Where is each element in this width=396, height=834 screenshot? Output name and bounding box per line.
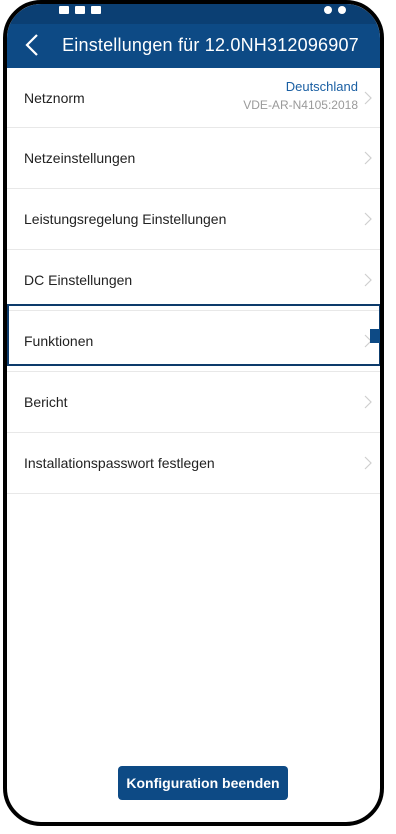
settings-item-label: Netzeinstellungen [24,150,136,166]
chevron-right-icon [364,151,372,165]
netznorm-value: Deutschland VDE-AR-N4105:2018 [243,78,358,114]
chevron-right-icon [364,212,372,226]
finish-configuration-button[interactable]: Konfiguration beenden [118,766,288,800]
settings-list: Netznorm Deutschland VDE-AR-N4105:2018 N… [7,68,380,494]
status-bar [7,4,380,24]
settings-item-funktionen[interactable]: Funktionen [7,311,380,372]
phone-frame: Einstellungen für 12.0NH312096907 Netzno… [3,0,384,826]
notification-icon [91,6,101,14]
selection-marker [370,329,380,343]
netznorm-standard: VDE-AR-N4105:2018 [243,98,358,112]
settings-item-label: Netznorm [24,89,85,106]
chevron-left-icon [25,34,38,56]
settings-item-netznorm[interactable]: Netznorm Deutschland VDE-AR-N4105:2018 [7,68,380,128]
settings-item-netzeinstellungen[interactable]: Netzeinstellungen [7,128,380,189]
app-header: Einstellungen für 12.0NH312096907 [7,24,380,68]
settings-item-label: Leistungsregelung Einstellungen [24,211,227,227]
settings-item-installationspasswort[interactable]: Installationspasswort festlegen [7,433,380,494]
settings-item-label: Bericht [24,394,68,410]
page-title: Einstellungen für 12.0NH312096907 [62,35,359,55]
status-left-icons [59,6,101,14]
wifi-icon [338,6,346,14]
settings-item-label: Installationspasswort festlegen [24,455,215,471]
back-button[interactable] [21,32,45,58]
signal-icon [324,6,332,14]
settings-item-leistungsregelung[interactable]: Leistungsregelung Einstellungen [7,189,380,250]
settings-item-bericht[interactable]: Bericht [7,372,380,433]
chevron-right-icon [364,273,372,287]
chevron-right-icon [364,91,372,104]
settings-item-dc-einstellungen[interactable]: DC Einstellungen [7,250,380,311]
status-right-icons [324,6,346,14]
notification-icon [75,6,85,14]
chevron-right-icon [364,395,372,409]
notification-icon [59,6,69,14]
netznorm-country: Deutschland [285,79,358,94]
settings-item-label: Funktionen [24,333,94,349]
chevron-right-icon [364,456,372,470]
settings-item-label: DC Einstellungen [24,272,133,288]
